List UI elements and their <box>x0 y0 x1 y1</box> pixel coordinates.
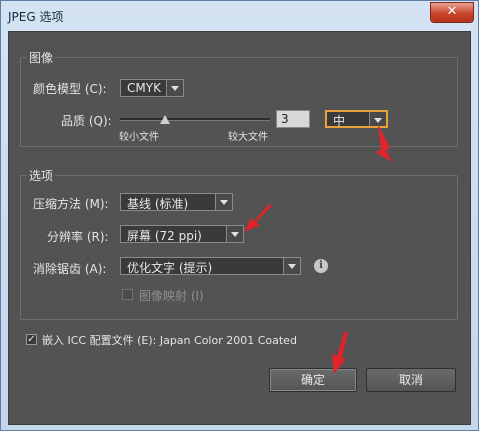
jpeg-options-dialog: JPEG 选项 ✕ 图像 颜色模型 (C): CMYK 品质 (Q): 较小文件… <box>0 0 479 431</box>
resolution-dropdown[interactable]: 屏幕 (72 ppi) <box>120 225 244 243</box>
chevron-down-icon <box>166 80 183 96</box>
close-button[interactable]: ✕ <box>430 2 474 23</box>
quality-slider-thumb[interactable] <box>160 115 170 124</box>
imagemap-label: 图像映射 (I) <box>139 289 204 303</box>
color-model-label: 颜色模型 (C): <box>33 82 107 96</box>
antialias-value: 优化文字 (提示) <box>127 261 213 275</box>
close-icon: ✕ <box>446 4 458 19</box>
title-bar[interactable]: JPEG 选项 ✕ <box>1 1 478 31</box>
imagemap-checkbox[interactable] <box>122 289 133 300</box>
annotation-arrow-ok <box>332 332 348 374</box>
annotation-arrow-quality <box>375 124 392 162</box>
annotation-arrow-resolution <box>244 204 272 232</box>
cancel-button[interactable]: 取消 <box>366 368 456 392</box>
compression-value: 基线 (标准) <box>127 197 189 211</box>
antialias-label: 消除锯齿 (A): <box>33 262 107 276</box>
window-title: JPEG 选项 <box>8 10 64 24</box>
resolution-value: 屏幕 (72 ppi) <box>127 229 202 243</box>
resolution-label: 分辨率 (R): <box>47 230 109 244</box>
quality-level-value: 中 <box>333 114 346 128</box>
quality-value-input[interactable]: 3 <box>276 110 310 128</box>
quality-slider-track[interactable] <box>120 118 270 121</box>
embed-icc-checkbox[interactable]: ✓ <box>26 334 37 345</box>
slider-max-label: 较大文件 <box>228 132 268 143</box>
antialias-dropdown[interactable]: 优化文字 (提示) <box>120 257 301 275</box>
quality-label: 品质 (Q): <box>61 114 112 128</box>
compression-label: 压缩方法 (M): <box>33 197 109 211</box>
chevron-down-icon <box>283 258 300 274</box>
info-icon[interactable]: i <box>314 259 328 273</box>
compression-dropdown[interactable]: 基线 (标准) <box>120 193 233 211</box>
dialog-content: 图像 颜色模型 (C): CMYK 品质 (Q): 较小文件 较大文件 3 中 … <box>8 31 471 425</box>
chevron-down-icon <box>226 226 243 242</box>
options-group-legend: 选项 <box>27 167 56 184</box>
image-group-legend: 图像 <box>27 49 56 66</box>
color-model-dropdown[interactable]: CMYK <box>120 79 184 97</box>
color-model-value: CMYK <box>127 81 161 95</box>
slider-min-label: 较小文件 <box>119 132 159 143</box>
embed-icc-label: 嵌入 ICC 配置文件 (E): Japan Color 2001 Coated <box>42 334 297 347</box>
chevron-down-icon <box>215 194 232 210</box>
